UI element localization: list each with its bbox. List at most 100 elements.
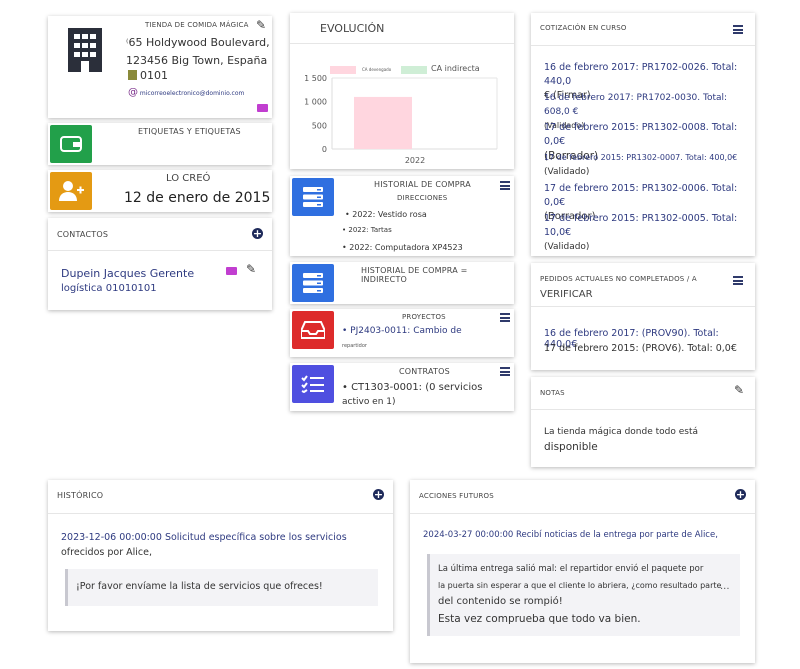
inbox-icon: [301, 321, 325, 339]
at-icon: @: [128, 87, 138, 98]
notes-line-2: disponible: [544, 441, 598, 453]
history-entry[interactable]: 2023-12-06 00:00:00 Solicitud específica…: [61, 530, 381, 560]
purchase-indirect-title: HISTORIAL DE COMPRA = INDIRECTO: [361, 266, 468, 284]
divider: [48, 250, 272, 251]
notes-card: NOTAS ✎ La tienda mágica donde todo está…: [531, 377, 755, 467]
quote-item[interactable]: 17 de febrero 2015: PR1302-0005. Total: …: [544, 212, 749, 254]
checklist-icon: [301, 375, 324, 393]
menu-icon[interactable]: [500, 181, 510, 190]
email-row[interactable]: @ micorreoelectronico@dominio.com: [128, 87, 244, 98]
quote-item[interactable]: 17 de febrero 2015: PR1302-0007. Total: …: [544, 151, 749, 179]
orders-card: PEDIDOS ACTUALES NO COMPLETADOS / A VERI…: [531, 263, 755, 370]
mail-icon[interactable]: [257, 104, 268, 112]
y-tick-label: 1 500: [304, 74, 327, 83]
menu-icon[interactable]: [500, 313, 510, 322]
building-icon: [68, 28, 102, 72]
add-history-icon[interactable]: +: [373, 489, 384, 500]
divider: [410, 513, 755, 514]
y-tick-label: 500: [312, 121, 327, 130]
quotes-title: COTIZACIÓN EN CURSO: [540, 24, 627, 32]
add-user-tile: [50, 172, 92, 210]
created-label: LO CREÓ: [166, 173, 211, 184]
purchase-title: HISTORIAL DE COMPRA: [374, 180, 471, 189]
server-tile: [292, 264, 334, 302]
address-line-1: ⁽65 Holdywood Boulevard,: [126, 36, 270, 49]
ellipsis-toggle[interactable]: ...: [720, 581, 730, 592]
contracts-card: CONTRATOS • CT1303-0001: (0 servicios ac…: [290, 363, 514, 411]
orders-title-2: VERIFICAR: [540, 289, 593, 300]
tags-title: ETIQUETAS Y ETIQUETAS: [138, 127, 241, 136]
future-quote: La última entrega salió mal: el repartid…: [427, 554, 740, 636]
y-tick-label: 0: [322, 145, 327, 154]
orders-title: PEDIDOS ACTUALES NO COMPLETADOS / A: [540, 275, 697, 283]
contact-role: logística 01010101: [61, 283, 157, 294]
evolution-card: EVOLUCIÓN CA devengado CA indirecta 1 500 1…: [290, 13, 514, 169]
edit-pencil-icon[interactable]: ✎: [256, 18, 266, 32]
divider: [48, 513, 393, 514]
server-icon: [303, 187, 323, 207]
company-title: TIENDA DE COMIDA MÁGICA: [145, 21, 249, 29]
notes-line-1: La tienda mágica donde todo está: [544, 427, 698, 437]
quotes-card: COTIZACIÓN EN CURSO 16 de febrero 2017: …: [531, 13, 755, 256]
edit-pencil-icon[interactable]: ✎: [734, 383, 744, 397]
company-card: TIENDA DE COMIDA MÁGICA ✎ ⁽65 Holdywood …: [48, 16, 272, 118]
mail-icon[interactable]: [226, 267, 237, 275]
legend-swatch: [401, 66, 427, 74]
created-date: 12 de enero de 2015: [124, 190, 271, 206]
address-line-2: 123456 Big Town, España: [126, 54, 268, 67]
purchase-subtitle: DIRECCIONES: [397, 194, 448, 202]
divider: [531, 306, 755, 307]
add-user-icon: [59, 181, 84, 201]
order-item[interactable]: 17 de febrero 2015: (PROV6). Total: 0,0€: [544, 343, 737, 354]
contract-item-sub: activo en 1): [342, 397, 396, 407]
contacts-card: CONTACTOS + Dupein Jacques Gerente logís…: [48, 218, 272, 310]
purchase-item: • 2022: Tartas: [342, 226, 392, 234]
future-entry[interactable]: 2024-03-27 00:00:00 Recibí noticias de l…: [423, 530, 748, 540]
wallet-tile: [50, 125, 92, 163]
add-contact-icon[interactable]: +: [252, 228, 263, 239]
history-title: HISTÓRICO: [57, 491, 104, 500]
legend-swatch: [330, 66, 356, 74]
purchase-item: • 2022: Vestido rosa: [345, 210, 427, 219]
wallet-icon: [60, 136, 82, 152]
divider: [531, 409, 755, 410]
server-icon: [303, 273, 323, 293]
edit-pencil-icon[interactable]: ✎: [246, 262, 256, 276]
contract-item[interactable]: • CT1303-0001: (0 servicios: [342, 382, 482, 393]
history-quote: ¡Por favor envíame la lista de servicios…: [65, 569, 378, 606]
menu-icon[interactable]: [500, 367, 510, 376]
checklist-tile: [292, 365, 334, 403]
purchase-indirect-card: HISTORIAL DE COMPRA = INDIRECTO: [290, 262, 514, 304]
contracts-title: CONTRATOS: [399, 367, 450, 376]
tags-card: ETIQUETAS Y ETIQUETAS: [48, 123, 272, 165]
legend-label: CA devengado: [362, 67, 392, 72]
y-tick-label: 1 000: [304, 98, 327, 107]
legend-label: CA indirecta: [431, 64, 480, 73]
history-card: HISTÓRICO + 2023-12-06 00:00:00 Solicitu…: [48, 480, 393, 631]
contact-name[interactable]: Dupein Jacques Gerente: [61, 267, 194, 280]
projects-card: PROYECTOS • PJ2403-0011: Cambio de repar…: [290, 309, 514, 357]
server-tile: [292, 178, 334, 216]
contacts-title: CONTACTOS: [57, 230, 109, 239]
divider: [290, 43, 514, 44]
bar: [354, 96, 412, 149]
created-card: LO CREÓ 12 de enero de 2015: [48, 170, 272, 212]
project-item-sub: repartidor: [342, 343, 367, 349]
projects-title: PROYECTOS: [402, 313, 446, 321]
add-action-icon[interactable]: +: [735, 489, 746, 500]
future-title: ACCIONES FUTUROS: [419, 492, 494, 500]
future-card: ACCIONES FUTUROS + 2024-03-27 00:00:00 R…: [410, 480, 755, 663]
project-item[interactable]: • PJ2403-0011: Cambio de: [342, 326, 462, 336]
purchase-item: • 2022: Computadora XP4523: [342, 243, 463, 252]
evolution-title: EVOLUCIÓN: [320, 22, 385, 35]
menu-icon[interactable]: [733, 276, 743, 285]
company-code-row: 0101: [128, 69, 168, 82]
divider: [531, 45, 755, 46]
menu-icon[interactable]: [733, 25, 743, 34]
evolution-chart: CA devengado CA indirecta 1 500 1 000 500 0 20…: [304, 64, 498, 165]
notes-title: NOTAS: [540, 389, 565, 397]
phone-icon: [128, 70, 137, 80]
purchase-card: HISTORIAL DE COMPRA DIRECCIONES • 2022: …: [290, 176, 514, 256]
inbox-tile: [292, 311, 334, 349]
x-tick-label: 2022: [405, 156, 425, 165]
